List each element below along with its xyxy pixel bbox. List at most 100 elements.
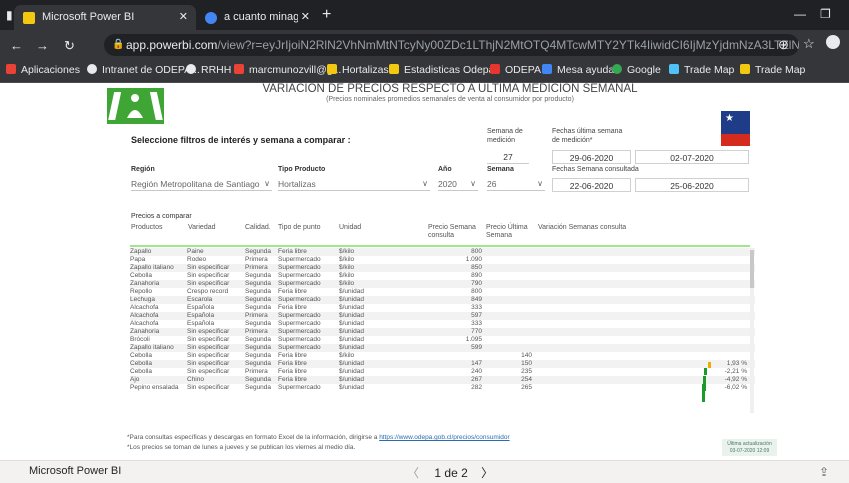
- cell-variacion: -2,21 %: [724, 368, 747, 375]
- bookmark-hortalizas[interactable]: Hortalizas: [327, 64, 389, 76]
- table-row[interactable]: Zapallo Paine Segunda Feria libre $/kilo 800: [130, 248, 755, 256]
- col-header-variacion[interactable]: Variación Semanas consulta: [538, 224, 626, 232]
- cell-calidad: Segunda: [245, 360, 272, 367]
- cell-producto: Ajo: [130, 376, 140, 383]
- footnote-text: *Para consultas específicas y descargas …: [127, 434, 380, 441]
- reload-icon[interactable]: ↻: [64, 38, 75, 54]
- cell-variacion: -6,02 %: [724, 384, 747, 391]
- cell-variedad: Española: [187, 320, 215, 327]
- table-row[interactable]: Pepino ensalada Sin especificar Segunda Sup…: [130, 384, 755, 402]
- bookmark-gmail[interactable]: marcmunozvill@g...: [234, 64, 341, 76]
- region-dropdown[interactable]: Región Metropolitana de Santiago ∨: [131, 177, 272, 191]
- table-row[interactable]: Cebolla Sin especificar Segunda Feria libre…: [130, 352, 755, 360]
- profile-avatar[interactable]: [826, 35, 840, 49]
- table-row[interactable]: Cebolla Sin especificar Segunda Feria libre…: [130, 360, 755, 368]
- cell-calidad: Segunda: [245, 352, 272, 359]
- table-row[interactable]: Cebolla Sin especificar Segunda Supermercad…: [130, 272, 755, 280]
- folder-icon: [740, 64, 750, 74]
- table-row[interactable]: Zanahoria Sin especificar Segunda Supermerc…: [130, 280, 755, 288]
- bookmark-label: Google: [627, 64, 661, 76]
- table-row[interactable]: Zapallo italiano Sin especificar Primera Su…: [130, 264, 755, 272]
- cell-precio-consulta: 800: [471, 288, 482, 295]
- table-row[interactable]: Papa Rodeo Primera Supermercado $/kilo 1.090: [130, 256, 755, 264]
- close-tab-icon[interactable]: ✕: [301, 5, 310, 30]
- cell-calidad: Segunda: [245, 344, 272, 351]
- cell-precio-consulta: 1.095: [465, 336, 482, 343]
- url-input[interactable]: 🔒 app.powerbi.com/view?r=eyJrIjoiN2RlN2V…: [104, 34, 799, 56]
- cell-unidad: $/unidad: [339, 328, 364, 335]
- cell-tipo-punto: Supermercado: [278, 312, 321, 319]
- cell-producto: Brócoli: [130, 336, 150, 343]
- odepa-icon: [490, 64, 500, 74]
- chevron-down-icon: ∨: [537, 179, 543, 188]
- bookmark-aplicaciones[interactable]: Aplicaciones: [6, 64, 80, 76]
- table-row[interactable]: Ajo Chino Segunda Feria libre $/unidad 267 254…: [130, 376, 755, 391]
- table-row[interactable]: Cebolla Sin especificar Primera Feria libre…: [130, 368, 755, 376]
- bookmark-star-icon[interactable]: ☆: [803, 36, 815, 52]
- cell-tipo-punto: Feria libre: [278, 304, 307, 311]
- odepa-precios-link[interactable]: https://www.odepa.gob.cl/precios/consumi…: [379, 434, 509, 441]
- new-tab-icon[interactable]: +: [322, 6, 331, 24]
- table-row[interactable]: Zapallo italiano Sin especificar Segunda Su…: [130, 344, 755, 352]
- cell-producto: Cebolla: [130, 360, 153, 367]
- cell-calidad: Segunda: [245, 320, 272, 327]
- bookmark-trade-map-1[interactable]: Trade Map: [669, 64, 734, 76]
- col-header-tipo-punto[interactable]: Tipo de punto: [278, 224, 321, 232]
- cell-unidad: $/unidad: [339, 312, 364, 319]
- cell-producto: Pepino ensalada: [130, 384, 179, 391]
- col-header-calidad[interactable]: Calidad.: [245, 224, 271, 232]
- bookmark-google[interactable]: Google: [612, 64, 661, 76]
- tab-powerbi[interactable]: Microsoft Power BI ✕: [14, 5, 196, 30]
- forward-icon[interactable]: →: [36, 38, 49, 53]
- col-header-unidad[interactable]: Unidad: [339, 224, 361, 232]
- col-header-precio-consulta[interactable]: Precio Semana consulta: [428, 224, 480, 240]
- anio-dropdown[interactable]: 2020 ∨: [438, 177, 478, 191]
- window-menu-icon[interactable]: ▮: [6, 8, 13, 22]
- cell-unidad: $/unidad: [339, 360, 364, 367]
- url-path: /view?r=eyJrIjoiN2RlN2VhNmMtNTcyNy00ZDc1…: [217, 38, 799, 52]
- table-row[interactable]: Zanahoria Sin especificar Primera Supermerc…: [130, 328, 755, 336]
- table-row[interactable]: Repollo Crespo record Segunda Feria libre $/…: [130, 288, 755, 296]
- tipo-producto-dropdown[interactable]: Hortalizas ∨: [278, 177, 430, 191]
- cell-variedad: Sin especificar: [187, 352, 230, 359]
- bookmark-trade-map-2[interactable]: Trade Map: [740, 64, 805, 76]
- fecha-consultada-start: 22-06-2020: [552, 178, 631, 192]
- bookmark-label: ODEPA: [505, 64, 541, 76]
- bookmark-mesa-ayuda[interactable]: Mesa ayuda: [542, 64, 614, 76]
- bookmark-odepa[interactable]: ODEPA: [490, 64, 541, 76]
- prev-page-icon[interactable]: 〈: [407, 466, 419, 480]
- table-row[interactable]: Lechuga Escarola Segunda Supermercado $/unid…: [130, 296, 755, 304]
- col-header-precio-ultima[interactable]: Precio Última Semana: [486, 224, 534, 240]
- back-icon[interactable]: ←: [10, 38, 23, 53]
- table-row[interactable]: Alcachofa Española Segunda Supermercado $/un…: [130, 320, 755, 328]
- share-icon[interactable]: ⇪: [819, 465, 829, 479]
- close-tab-icon[interactable]: ✕: [179, 5, 188, 30]
- semana-dropdown[interactable]: 26 ∨: [487, 177, 545, 191]
- bookmark-label: Hortalizas: [342, 64, 389, 76]
- bookmark-intranet[interactable]: Intranet de ODEPA...: [87, 64, 200, 76]
- table-scrollbar-thumb[interactable]: [750, 250, 754, 288]
- minimize-icon[interactable]: —: [794, 7, 806, 21]
- bookmark-rrhh[interactable]: RRHH: [186, 64, 231, 76]
- cell-tipo-punto: Supermercado: [278, 296, 321, 303]
- cell-precio-consulta: 770: [471, 328, 482, 335]
- cell-precio-ultima: 254: [521, 376, 532, 383]
- col-header-variedad[interactable]: Variedad: [188, 224, 216, 232]
- cell-precio-consulta: 850: [471, 264, 482, 271]
- powerbi-status-bar: Microsoft Power BI 〈 1 de 2 〉 ⇪: [0, 460, 849, 483]
- bookmark-estadisticas[interactable]: Estadisticas Odepa: [389, 64, 494, 76]
- cell-unidad: $/unidad: [339, 384, 364, 391]
- cell-calidad: Segunda: [245, 384, 272, 391]
- table-row[interactable]: Brócoli Sin especificar Segunda Supermercad…: [130, 336, 755, 344]
- table-row[interactable]: Alcachofa Española Segunda Feria libre $/uni…: [130, 304, 755, 312]
- next-page-icon[interactable]: 〉: [481, 466, 493, 480]
- tab-google-search[interactable]: a cuanto minagri - Búsqueda de ✕: [196, 5, 318, 30]
- zoom-icon[interactable]: ⊕: [778, 37, 789, 53]
- restore-icon[interactable]: ❐: [820, 7, 831, 21]
- cell-calidad: Primera: [245, 256, 268, 263]
- cell-unidad: $/kilo: [339, 352, 355, 359]
- cell-producto: Cebolla: [130, 368, 153, 375]
- table-row[interactable]: Alcachofa Española Primera Supermercado $/un…: [130, 312, 755, 320]
- cell-unidad: $/kilo: [339, 256, 355, 263]
- col-header-productos[interactable]: Productos: [131, 224, 163, 232]
